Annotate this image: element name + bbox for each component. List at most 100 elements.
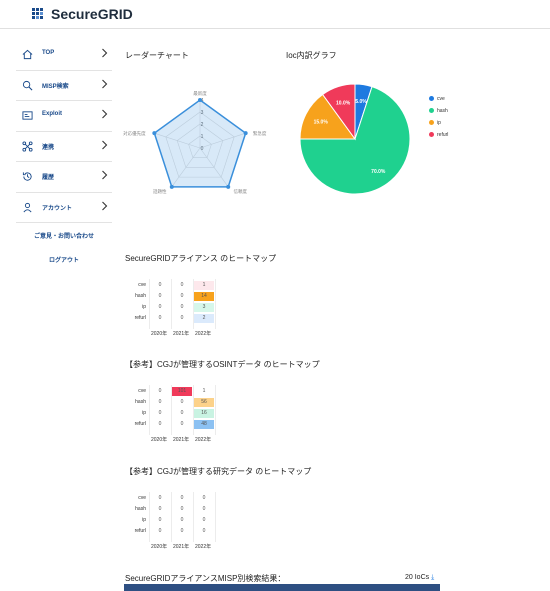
- heatmap-col-label: 2021年: [173, 544, 190, 550]
- heatmap-cell[interactable]: 2: [194, 314, 214, 323]
- heatmap-cell[interactable]: 0: [172, 527, 192, 536]
- link-icon: [22, 140, 33, 152]
- logo-icon: [32, 8, 44, 20]
- heatmap-cell[interactable]: 48: [194, 420, 214, 429]
- legend-label: refurl: [437, 132, 449, 138]
- heatmap-cell[interactable]: 0: [194, 494, 214, 503]
- legend-label: hash: [437, 108, 448, 114]
- heatmap-cell[interactable]: 0: [172, 314, 192, 323]
- chevron-right-icon: [102, 48, 108, 58]
- user-icon: [23, 202, 32, 212]
- heatmap-row-label: hash: [135, 506, 146, 512]
- radar-axis-label: 信頼度: [233, 188, 247, 195]
- heatmap-cell[interactable]: 0: [150, 292, 170, 301]
- heatmap-cell[interactable]: 0: [150, 409, 170, 418]
- heatmap-col-label: 2022年: [195, 437, 212, 443]
- sidebar-item-exploit[interactable]: Exploit: [16, 101, 112, 132]
- radar-axis-label: 話題性: [153, 188, 167, 195]
- heatmap-cell[interactable]: 0: [172, 409, 192, 418]
- sidebar-item-integration[interactable]: 連携: [16, 132, 112, 162]
- heatmap-col-label: 2021年: [173, 437, 190, 443]
- radar-chart: 43210最新度緊急度信頼度話題性対応優先度: [123, 90, 267, 195]
- pie-chart-title: Ioc内訳グラフ: [286, 51, 337, 60]
- legend-swatch: [429, 132, 434, 137]
- contact-link[interactable]: ご意見・お問い合わせ: [16, 231, 112, 240]
- heatmap-cell[interactable]: 0: [172, 398, 192, 407]
- heatmap-cell[interactable]: 0: [172, 281, 192, 290]
- sidebar-item-label: 履歴: [42, 175, 55, 181]
- sidebar-item-label: 連携: [42, 144, 55, 151]
- heatmap-cell[interactable]: 0: [150, 494, 170, 503]
- chevron-right-icon: [102, 140, 108, 149]
- radar-point: [169, 184, 174, 189]
- legend-swatch: [429, 120, 434, 125]
- logo-text[interactable]: SecureGRID: [51, 6, 133, 22]
- heatmap-cell[interactable]: 0: [150, 314, 170, 323]
- results-count-label: 20 IoCs: [405, 574, 430, 581]
- radar-point: [226, 184, 231, 189]
- heatmap-cell[interactable]: 1: [194, 281, 214, 290]
- exploit-icon: [22, 111, 33, 120]
- heatmap-col-label: 2022年: [195, 544, 212, 550]
- sidebar-item-history[interactable]: 履歴: [16, 162, 112, 193]
- sidebar-item-top[interactable]: TOP: [16, 40, 112, 71]
- pie-chart: 5.0% 70.0% 15.0% 10.0%: [299, 83, 411, 195]
- heatmap-cell[interactable]: 0: [172, 292, 192, 301]
- sidebar-item-account[interactable]: アカウント: [16, 193, 112, 223]
- radar-point: [198, 98, 202, 102]
- heatmap-cell[interactable]: 0: [194, 527, 214, 536]
- heatmap-cell[interactable]: 0: [172, 303, 192, 312]
- sidebar-item-label: TOP: [42, 50, 55, 56]
- heatmap-cell[interactable]: 16: [194, 409, 214, 418]
- legend-item-hash[interactable]: hash: [429, 108, 448, 114]
- heatmap-gridline: [215, 492, 216, 542]
- sidebar: TOP MISP検索 Exploit 連携 履歴 アカウント ご意見・お問い合わ…: [16, 40, 112, 264]
- chevron-right-icon: [102, 109, 108, 119]
- legend-item-cve[interactable]: cve: [429, 96, 445, 102]
- heatmap-row-label: refurl: [134, 315, 146, 321]
- heatmap-cell[interactable]: 0: [150, 505, 170, 514]
- heatmap-cell[interactable]: 0: [150, 387, 170, 396]
- heatmap-row-label: refurl: [134, 421, 146, 427]
- heatmap-cell[interactable]: 0: [150, 516, 170, 525]
- heatmap-cell[interactable]: 3: [194, 303, 214, 312]
- heatmap-cell[interactable]: 0: [172, 516, 192, 525]
- radar-axis-label: 最新度: [193, 90, 207, 97]
- legend-swatch: [429, 108, 434, 113]
- home-icon: [22, 49, 33, 60]
- chevron-right-icon: [102, 201, 108, 210]
- heatmap-cell[interactable]: 101: [172, 387, 192, 396]
- pie-slice-label: 5.0%: [355, 99, 367, 105]
- heatmap-gridline: [215, 385, 216, 435]
- radar-chart-title: レーダーチャート: [125, 51, 189, 60]
- heatmap-title: SecureGRIDアライアンス のヒートマップ: [125, 254, 277, 263]
- legend-item-refurl[interactable]: refurl: [429, 132, 448, 138]
- heatmap-cell[interactable]: 0: [150, 281, 170, 290]
- heatmap-cell[interactable]: 0: [172, 494, 192, 503]
- legend-item-ip[interactable]: ip: [429, 120, 441, 126]
- sidebar-item-label: Exploit: [42, 111, 63, 117]
- heatmap-cell[interactable]: 56: [194, 398, 214, 407]
- results-count[interactable]: 20 IoCs ⤓: [405, 574, 434, 582]
- heatmap-cell[interactable]: 0: [150, 398, 170, 407]
- heatmap-row-label: hash: [135, 293, 146, 299]
- heatmap-cell[interactable]: 0: [194, 505, 214, 514]
- pie-slice-label: 10.0%: [336, 100, 351, 106]
- heatmap-cell[interactable]: 0: [150, 303, 170, 312]
- heatmap-cell[interactable]: 1: [194, 387, 214, 396]
- heatmap-cell[interactable]: 0: [172, 420, 192, 429]
- heatmap-cell[interactable]: 0: [150, 420, 170, 429]
- logout-link[interactable]: ログアウト: [16, 255, 112, 264]
- heatmap-cell[interactable]: 14: [194, 292, 214, 301]
- heatmap-cell[interactable]: 0: [150, 527, 170, 536]
- heatmap-row-label: cve: [138, 282, 146, 288]
- sidebar-item-misp-search[interactable]: MISP検索: [16, 71, 112, 101]
- heatmap-cell[interactable]: 0: [194, 516, 214, 525]
- heatmap-col-label: 2020年: [151, 437, 168, 443]
- radar-series-area: [153, 99, 247, 188]
- search-icon: [22, 80, 33, 90]
- heatmap-row-label: cve: [138, 388, 146, 394]
- heatmap-row-label: refurl: [134, 528, 146, 534]
- pie-slice-label: 70.0%: [371, 169, 386, 175]
- heatmap-cell[interactable]: 0: [172, 505, 192, 514]
